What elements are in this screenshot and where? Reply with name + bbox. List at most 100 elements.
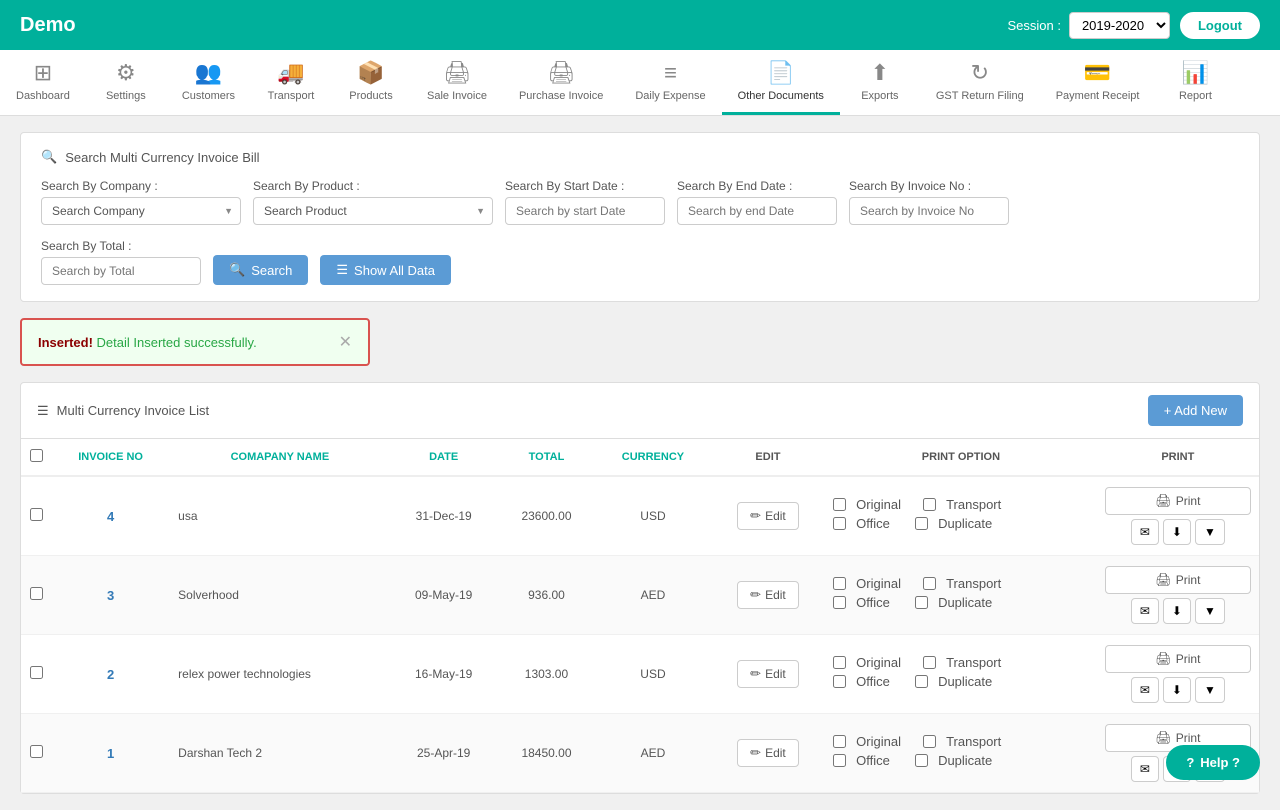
duplicate-checkbox[interactable] xyxy=(915,517,928,530)
print-options-cell: Original Transport Office Duplicate xyxy=(825,714,1097,793)
printer-icon: 🖨 xyxy=(1155,730,1172,746)
print-button[interactable]: 🖨 Print xyxy=(1105,645,1251,673)
nav-item-products[interactable]: 📦 Products xyxy=(331,50,411,115)
logout-button[interactable]: Logout xyxy=(1180,12,1260,39)
email-button[interactable]: ✉ xyxy=(1131,677,1159,703)
invoice-no-link[interactable]: 1 xyxy=(107,746,114,761)
invoice-no-field-group: Search By Invoice No : xyxy=(849,179,1009,225)
print-options-cell: Original Transport Office Duplicate xyxy=(825,556,1097,635)
row-checkbox[interactable] xyxy=(30,666,43,679)
invoice-no-link[interactable]: 4 xyxy=(107,509,114,524)
more-options-button[interactable]: ▼ xyxy=(1195,519,1225,545)
nav-item-dashboard[interactable]: ⊞ Dashboard xyxy=(0,50,86,115)
nav-item-report[interactable]: 📊 Report xyxy=(1155,50,1235,115)
col-edit: EDIT xyxy=(711,439,825,476)
nav-icon-customers: 👥 xyxy=(195,60,222,86)
print-button[interactable]: 🖨 Print xyxy=(1105,487,1251,515)
duplicate-checkbox[interactable] xyxy=(915,754,928,767)
email-button[interactable]: ✉ xyxy=(1131,598,1159,624)
nav-icon-report: 📊 xyxy=(1182,60,1209,86)
table-header: INVOICE NOCOMAPANY NAMEDATETOTALCURRENCY… xyxy=(21,439,1259,476)
start-date-input[interactable] xyxy=(505,197,665,225)
original-checkbox[interactable] xyxy=(833,498,846,511)
edit-button[interactable]: ✏ Edit xyxy=(737,502,799,530)
start-date-field-group: Search By Start Date : xyxy=(505,179,665,225)
nav-item-payment-receipt[interactable]: 💳 Payment Receipt xyxy=(1040,50,1156,115)
invoice-no-cell: 2 xyxy=(51,635,170,714)
help-button[interactable]: ? Help ? xyxy=(1166,745,1260,780)
transport-checkbox[interactable] xyxy=(923,656,936,669)
nav-item-transport[interactable]: 🚚 Transport xyxy=(251,50,331,115)
col-print-option: PRINT OPTION xyxy=(825,439,1097,476)
company-label: Search By Company : xyxy=(41,179,241,193)
nav-item-sale-invoice[interactable]: 🖨 Sale Invoice xyxy=(411,50,503,115)
edit-button[interactable]: ✏ Edit xyxy=(737,581,799,609)
row-checkbox-cell xyxy=(21,476,51,556)
nav-label-transport: Transport xyxy=(268,90,315,102)
transport-checkbox[interactable] xyxy=(923,735,936,748)
original-checkbox[interactable] xyxy=(833,577,846,590)
office-checkbox[interactable] xyxy=(833,596,846,609)
original-checkbox[interactable] xyxy=(833,656,846,669)
total-field-group: Search By Total : xyxy=(41,239,201,285)
row-checkbox[interactable] xyxy=(30,508,43,521)
nav-item-gst-return[interactable]: ↻ GST Return Filing xyxy=(920,50,1040,115)
download-button[interactable]: ⬇ xyxy=(1163,598,1191,624)
invoice-no-input[interactable] xyxy=(849,197,1009,225)
search-button[interactable]: 🔍 Search xyxy=(213,255,308,285)
transport-checkbox[interactable] xyxy=(923,498,936,511)
col-currency: CURRENCY xyxy=(595,439,711,476)
nav-icon-dashboard: ⊞ xyxy=(34,60,52,86)
row-checkbox[interactable] xyxy=(30,587,43,600)
company-select[interactable]: Search Company xyxy=(41,197,241,225)
original-checkbox[interactable] xyxy=(833,735,846,748)
total-input[interactable] xyxy=(41,257,201,285)
nav-item-daily-expense[interactable]: ≡ Daily Expense xyxy=(619,50,721,115)
office-checkbox[interactable] xyxy=(833,675,846,688)
email-button[interactable]: ✉ xyxy=(1131,519,1159,545)
invoice-no-link[interactable]: 3 xyxy=(107,588,114,603)
nav-item-customers[interactable]: 👥 Customers xyxy=(166,50,251,115)
currency-cell: AED xyxy=(595,714,711,793)
nav-item-purchase-invoice[interactable]: 🖨 Purchase Invoice xyxy=(503,50,619,115)
show-all-button[interactable]: ☰ Show All Data xyxy=(320,255,451,285)
duplicate-checkbox[interactable] xyxy=(915,675,928,688)
alert-close-button[interactable]: ✕ xyxy=(339,332,352,352)
end-date-input[interactable] xyxy=(677,197,837,225)
end-date-field-group: Search By End Date : xyxy=(677,179,837,225)
email-button[interactable]: ✉ xyxy=(1131,756,1159,782)
duplicate-checkbox[interactable] xyxy=(915,596,928,609)
invoice-no-label: Search By Invoice No : xyxy=(849,179,1009,193)
more-options-button[interactable]: ▼ xyxy=(1195,598,1225,624)
add-new-button[interactable]: + Add New xyxy=(1148,395,1243,426)
more-options-button[interactable]: ▼ xyxy=(1195,677,1225,703)
row-checkbox-cell xyxy=(21,556,51,635)
edit-cell: ✏ Edit xyxy=(711,476,825,556)
download-button[interactable]: ⬇ xyxy=(1163,519,1191,545)
row-checkbox[interactable] xyxy=(30,745,43,758)
edit-button[interactable]: ✏ Edit xyxy=(737,660,799,688)
nav-item-other-documents[interactable]: 📄 Other Documents xyxy=(722,50,840,115)
transport-checkbox[interactable] xyxy=(923,577,936,590)
nav-label-settings: Settings xyxy=(106,90,146,102)
nav-item-settings[interactable]: ⚙ Settings xyxy=(86,50,166,115)
table-row: 1 Darshan Tech 225-Apr-1918450.00AED ✏ E… xyxy=(21,714,1259,793)
edit-cell: ✏ Edit xyxy=(711,714,825,793)
office-checkbox[interactable] xyxy=(833,754,846,767)
print-button[interactable]: 🖨 Print xyxy=(1105,566,1251,594)
col-comapany-name: COMAPANY NAME xyxy=(170,439,389,476)
edit-button[interactable]: ✏ Edit xyxy=(737,739,799,767)
company-name-cell: Solverhood xyxy=(170,556,389,635)
date-cell: 25-Apr-19 xyxy=(390,714,498,793)
content-area: 🔍 Search Multi Currency Invoice Bill Sea… xyxy=(0,116,1280,810)
search-fields-row-top: Search By Company : Search Company Searc… xyxy=(41,179,1239,225)
currency-cell: USD xyxy=(595,635,711,714)
session-select[interactable]: 2019-2020 2018-2019 xyxy=(1069,12,1170,39)
office-checkbox[interactable] xyxy=(833,517,846,530)
invoice-no-link[interactable]: 2 xyxy=(107,667,114,682)
col-date: DATE xyxy=(390,439,498,476)
product-select[interactable]: Search Product xyxy=(253,197,493,225)
select-all-checkbox[interactable] xyxy=(30,449,43,462)
nav-item-exports[interactable]: ⬆ Exports xyxy=(840,50,920,115)
download-button[interactable]: ⬇ xyxy=(1163,677,1191,703)
